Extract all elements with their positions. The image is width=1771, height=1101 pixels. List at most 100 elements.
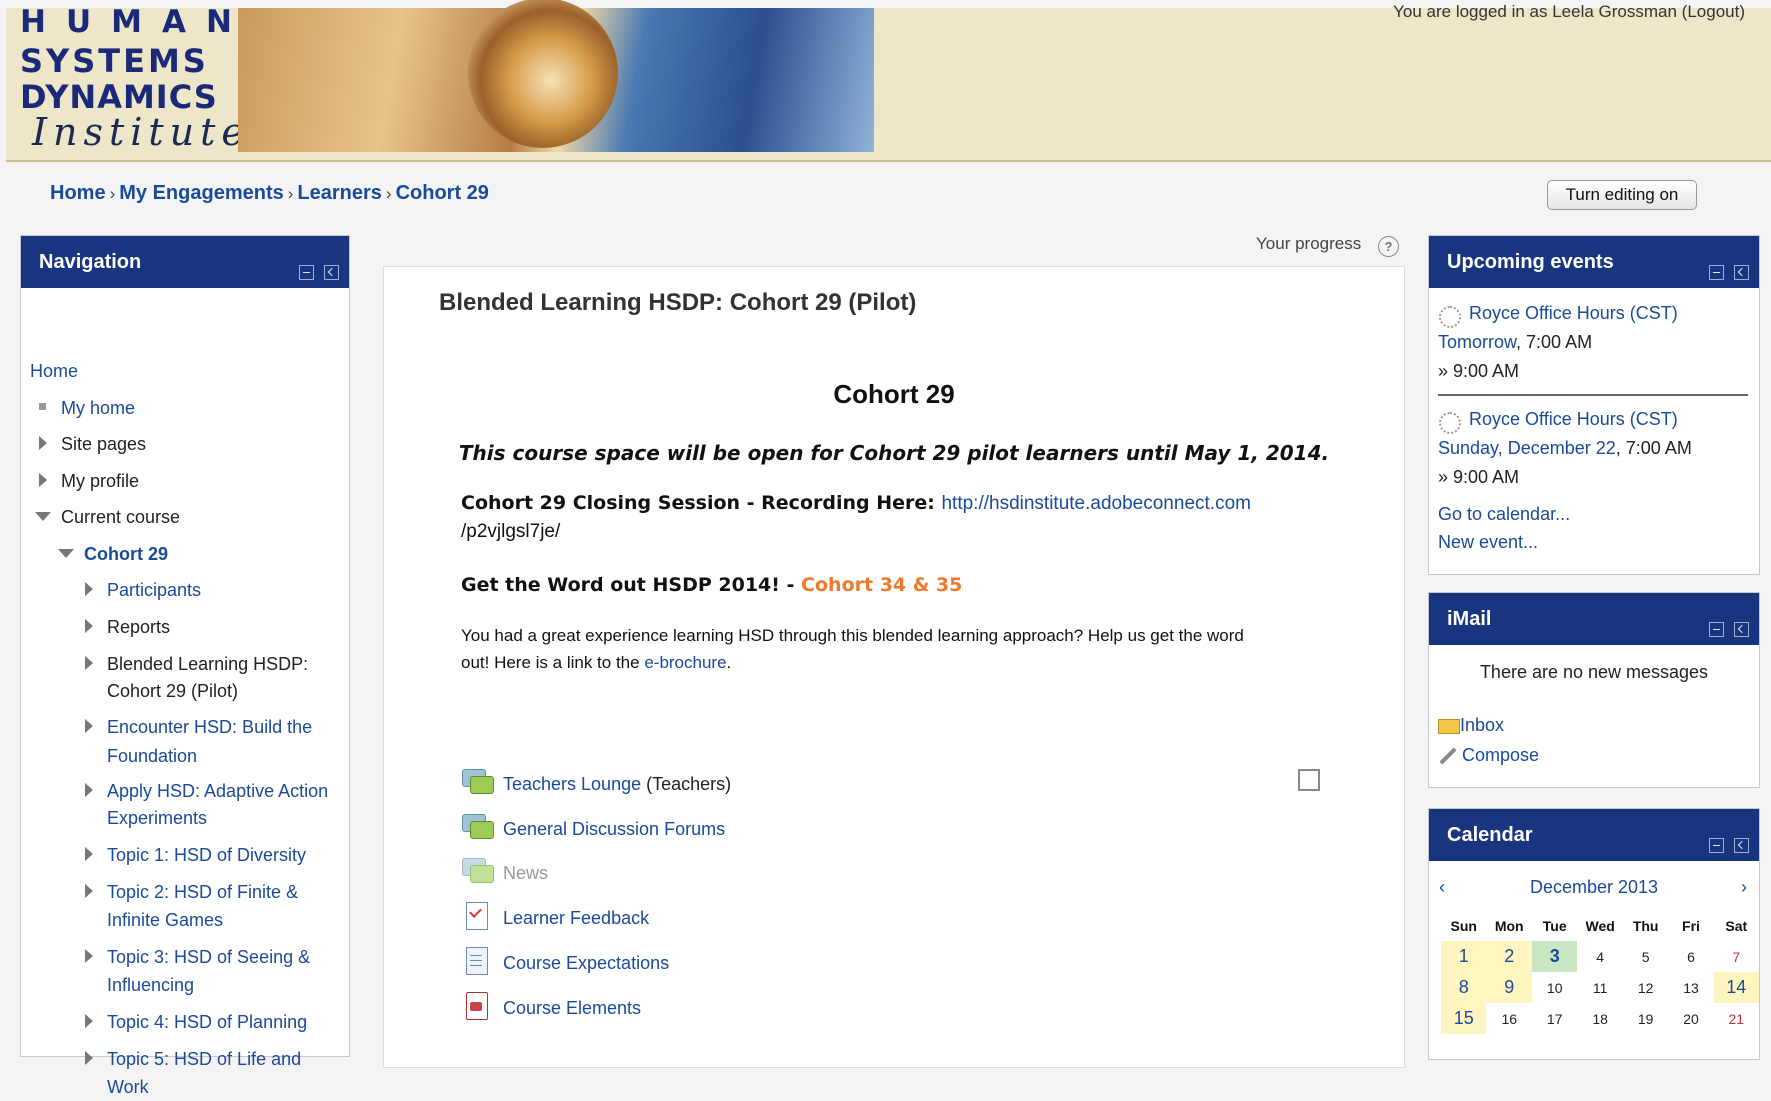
calendar-day: 16 (1501, 1010, 1518, 1027)
calendar-day: 6 (1687, 948, 1695, 965)
completion-checkbox[interactable] (1298, 769, 1320, 791)
expand-arrow-icon (39, 436, 47, 450)
event-end-time: » 9:00 AM (1438, 361, 1520, 381)
your-progress-label: Your progress (1256, 234, 1362, 253)
nav-item-reports[interactable]: Reports (85, 613, 170, 641)
nav-item-topic-1[interactable]: Topic 1: HSD of Diversity (85, 841, 306, 869)
calendar-day-event[interactable]: 1 (1441, 941, 1487, 972)
minimize-icon[interactable] (299, 265, 314, 280)
calendar-week: 8 9 10 11 12 13 14 (1441, 972, 1759, 1003)
expand-arrow-icon (85, 719, 93, 733)
brochure-paragraph-line1: You had a great experience learning HSD … (461, 626, 1244, 645)
calendar-day: 10 (1546, 979, 1563, 996)
forum-icon (461, 767, 494, 797)
weekday-header: Fri (1682, 918, 1700, 934)
recording-link-cont[interactable]: /p2vjlgsl7je/ (461, 521, 560, 543)
nav-item-apply-hsd-cont[interactable]: Experiments (107, 804, 207, 832)
imail-block: iMail There are no new messages Inbox Co… (1428, 592, 1760, 788)
go-to-calendar-link[interactable]: Go to calendar... (1438, 504, 1570, 525)
nav-item-cohort-29[interactable]: Cohort 29 (58, 540, 168, 568)
calendar-day-event[interactable]: 2 (1486, 941, 1532, 972)
e-brochure-link[interactable]: e-brochure (644, 653, 726, 672)
nav-item-my-profile[interactable]: My profile (39, 467, 139, 495)
calendar-header: Calendar (1429, 809, 1759, 861)
block-title: Navigation (39, 251, 142, 273)
envelope-icon (1438, 718, 1460, 734)
expand-arrow-icon (85, 582, 93, 596)
new-event-link[interactable]: New event... (1438, 532, 1538, 553)
nav-item-topic-5[interactable]: Topic 5: HSD of Life and (85, 1045, 301, 1073)
logo-line: SYSTEMS (20, 42, 209, 80)
forum-icon (461, 812, 494, 842)
collapse-arrow-icon (58, 549, 74, 558)
nav-item-topic-5-cont[interactable]: Work (107, 1073, 149, 1101)
calendar-day-today[interactable]: 3 (1532, 941, 1578, 972)
help-icon[interactable]: ? (1378, 236, 1399, 257)
minimize-icon[interactable] (1709, 622, 1724, 637)
expand-arrow-icon (85, 847, 93, 861)
nav-item-topic-4[interactable]: Topic 4: HSD of Planning (85, 1008, 307, 1036)
nav-item-current-course[interactable]: Current course (35, 503, 180, 531)
calendar-day-event[interactable]: 14 (1713, 972, 1759, 1003)
calendar-block: Calendar ‹ December 2013 › Sun Mon Tue W… (1428, 808, 1760, 1060)
minimize-icon[interactable] (1709, 265, 1724, 280)
calendar-day-weekend: 7 (1732, 948, 1741, 965)
breadcrumb-my-engagements[interactable]: My Engagements (119, 182, 283, 204)
turn-editing-on-button[interactable]: Turn editing on (1547, 180, 1697, 210)
nav-item-home[interactable]: Home (30, 357, 78, 385)
recording-link[interactable]: http://hsdinstitute.adobeconnect.com (941, 493, 1250, 514)
dock-icon[interactable] (324, 265, 339, 280)
expand-arrow-icon (85, 783, 93, 797)
event-link[interactable]: Royce Office Hours (CST) (1469, 409, 1678, 430)
nav-item-encounter-hsd-cont[interactable]: Foundation (107, 742, 197, 770)
dock-icon[interactable] (1734, 622, 1749, 637)
no-messages-text: There are no new messages (1479, 662, 1709, 682)
compose-link[interactable]: Compose (1438, 745, 1539, 766)
cohort-34-35-link[interactable]: Cohort 34 & 35 (801, 574, 962, 596)
logo-line: HUMAN (20, 4, 252, 40)
calendar-day-event[interactable]: 9 (1486, 972, 1532, 1003)
nav-item-participants[interactable]: Participants (85, 576, 201, 604)
next-month-button[interactable]: › (1741, 877, 1747, 898)
calendar-day: 18 (1592, 1010, 1608, 1027)
upcoming-events-block: Upcoming events Royce Office Hours (CST)… (1428, 235, 1760, 575)
collapse-arrow-icon (35, 512, 51, 521)
calendar-day-weekend: 21 (1728, 1010, 1745, 1027)
nav-item-topic-2[interactable]: Topic 2: HSD of Finite & (85, 878, 298, 906)
nav-item-site-pages[interactable]: Site pages (39, 430, 146, 458)
expand-arrow-icon (85, 884, 93, 898)
calendar-month-link[interactable]: December 2013 (1429, 877, 1759, 898)
dock-icon[interactable] (1734, 265, 1749, 280)
weekday-header: Thu (1632, 918, 1659, 934)
calendar-day-event[interactable]: 15 (1441, 1003, 1487, 1034)
calendar-day-event[interactable]: 8 (1441, 972, 1487, 1003)
upcoming-events-header: Upcoming events (1429, 236, 1759, 288)
nav-item-blended-learning[interactable]: Blended Learning HSDP: (85, 650, 308, 678)
nav-item-encounter-hsd[interactable]: Encounter HSD: Build the (85, 713, 312, 741)
course-title: Blended Learning HSDP: Cohort 29 (Pilot) (439, 289, 917, 316)
inbox-link[interactable]: Inbox (1438, 715, 1504, 736)
minimize-icon[interactable] (1709, 838, 1724, 853)
weekday-header: Sat (1725, 918, 1748, 934)
site-logo[interactable]: HUMAN SYSTEMS DYNAMICS Institute (14, 0, 244, 156)
nav-item-my-home[interactable]: My home (39, 394, 135, 422)
nav-item-topic-3[interactable]: Topic 3: HSD of Seeing & (85, 943, 310, 971)
closing-session-label: Cohort 29 Closing Session - Recording He… (461, 492, 942, 514)
nav-item-apply-hsd[interactable]: Apply HSD: Adaptive Action (85, 777, 328, 805)
breadcrumb-separator: › (385, 184, 392, 203)
breadcrumb-cohort-29[interactable]: Cohort 29 (396, 182, 489, 204)
forum-icon (461, 856, 494, 886)
event-link[interactable]: Royce Office Hours (CST) (1469, 303, 1678, 324)
nautilus-shell-image (468, 0, 618, 148)
course-open-notice: This course space will be open for Cohor… (458, 441, 1330, 465)
nav-item-topic-3-cont[interactable]: Influencing (107, 971, 194, 999)
nav-item-blended-learning-cont[interactable]: Cohort 29 (Pilot) (107, 677, 238, 705)
breadcrumb-learners[interactable]: Learners (297, 182, 382, 204)
closing-session-line: Cohort 29 Closing Session - Recording He… (461, 492, 1251, 515)
nav-item-topic-2-cont[interactable]: Infinite Games (107, 906, 223, 934)
calendar-day: 20 (1683, 1010, 1699, 1027)
breadcrumb-home[interactable]: Home (50, 182, 106, 204)
dock-icon[interactable] (1734, 838, 1749, 853)
expand-arrow-icon (85, 1051, 93, 1065)
pencil-icon (1439, 747, 1457, 765)
